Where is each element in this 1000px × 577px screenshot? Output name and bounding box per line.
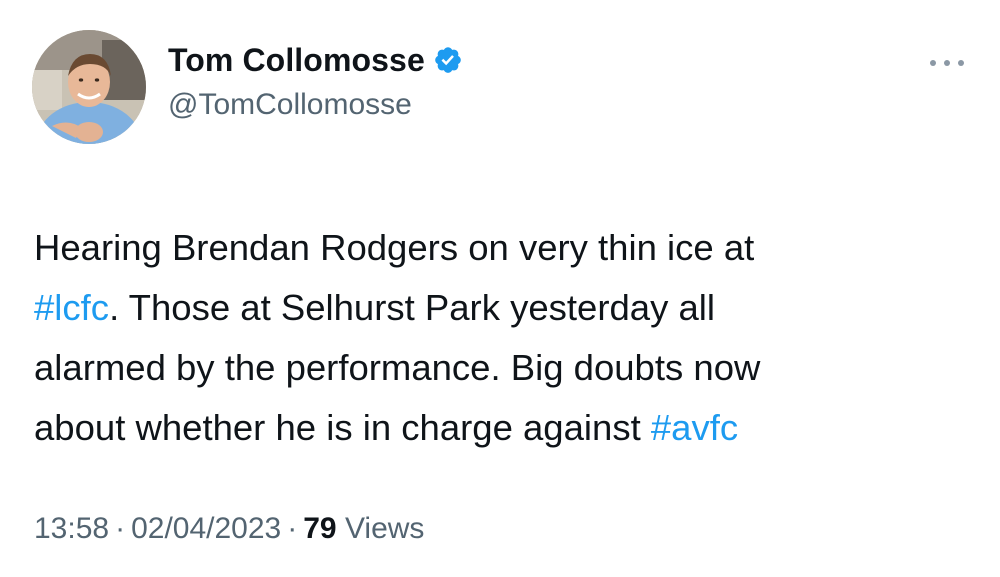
separator: · bbox=[287, 512, 298, 545]
tweet-text: Hearing Brendan Rodgers on very thin ice… bbox=[34, 218, 934, 458]
hashtag-link[interactable]: #avfc bbox=[651, 407, 738, 448]
author-block: Tom Collomosse @TomCollomosse bbox=[168, 38, 463, 122]
more-options-icon[interactable] bbox=[930, 56, 964, 70]
profile-photo bbox=[32, 30, 146, 144]
text-segment: alarmed by the performance. Big doubts n… bbox=[34, 347, 761, 388]
text-segment: . Those at Selhurst Park yesterday all bbox=[109, 287, 715, 328]
tweet-date[interactable]: 02/04/2023 bbox=[131, 512, 281, 545]
dot bbox=[944, 60, 950, 66]
verified-badge-icon bbox=[433, 45, 463, 75]
handle[interactable]: @TomCollomosse bbox=[168, 88, 463, 122]
avatar[interactable] bbox=[32, 30, 146, 144]
tweet-card: Tom Collomosse @TomCollomosse Hearing Br… bbox=[0, 0, 1000, 577]
views-count: 79 bbox=[303, 512, 337, 545]
hashtag-link[interactable]: #lcfc bbox=[34, 287, 109, 328]
tweet-time[interactable]: 13:58 bbox=[34, 512, 109, 545]
separator: · bbox=[115, 512, 126, 545]
tweet-line: about whether he is in charge against #a… bbox=[34, 398, 934, 458]
text-segment: about whether he is in charge against bbox=[34, 407, 651, 448]
text-segment: Hearing Brendan Rodgers on very thin ice… bbox=[34, 227, 755, 268]
name-row: Tom Collomosse bbox=[168, 38, 463, 82]
dot bbox=[958, 60, 964, 66]
tweet-line: Hearing Brendan Rodgers on very thin ice… bbox=[34, 218, 934, 278]
tweet-meta: 13:58 · 02/04/2023 · 79 Views bbox=[34, 512, 424, 546]
tweet-line: #lcfc. Those at Selhurst Park yesterday … bbox=[34, 278, 934, 338]
dot bbox=[930, 60, 936, 66]
display-name[interactable]: Tom Collomosse bbox=[168, 42, 425, 79]
tweet-line: alarmed by the performance. Big doubts n… bbox=[34, 338, 934, 398]
views-label: Views bbox=[344, 512, 425, 545]
